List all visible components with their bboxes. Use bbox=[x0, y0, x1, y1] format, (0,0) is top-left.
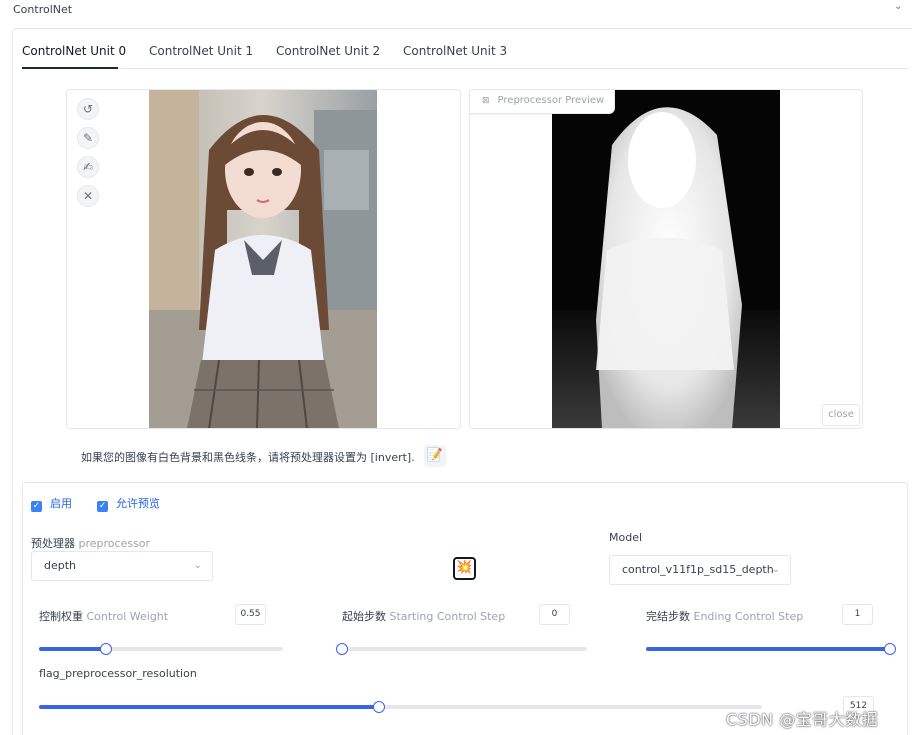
chevron-down-icon: ⌄ bbox=[771, 564, 780, 575]
starting-step-slider[interactable] bbox=[336, 641, 587, 655]
starting-step-input[interactable]: 0 bbox=[539, 604, 570, 625]
preprocessor-select[interactable]: depth ⌄ bbox=[31, 551, 213, 581]
slider-thumb[interactable] bbox=[336, 643, 348, 655]
preprocessor-label-en: preprocessor bbox=[78, 537, 151, 550]
slider-fill bbox=[646, 647, 890, 651]
starting-step-label-zh: 起始步数 bbox=[342, 610, 386, 623]
depth-map-image bbox=[552, 90, 780, 428]
chevron-down-icon: ⌄ bbox=[193, 560, 202, 571]
control-weight-slider[interactable] bbox=[39, 641, 283, 655]
tab-unit-2[interactable]: ControlNet Unit 2 bbox=[276, 44, 380, 58]
controlnet-accordion-header[interactable]: ControlNet ⌄ bbox=[0, 0, 912, 20]
ending-step-label-zh: 完结步数 bbox=[646, 610, 690, 623]
tab-unit-0[interactable]: ControlNet Unit 0 bbox=[22, 44, 126, 58]
control-weight-label: 控制权重 Control Weight bbox=[39, 608, 168, 624]
notepad-icon[interactable]: 📝 bbox=[424, 445, 446, 467]
tab-unit-3[interactable]: ControlNet Unit 3 bbox=[403, 44, 507, 58]
starting-step-label: 起始步数 Starting Control Step bbox=[342, 608, 505, 624]
csdn-watermark: CSDN @宝哥大数据 bbox=[726, 710, 879, 729]
model-label: Model bbox=[609, 531, 643, 544]
ending-step-slider[interactable] bbox=[646, 641, 896, 655]
ending-step-input[interactable]: 1 bbox=[842, 604, 873, 625]
ending-step-label: 完结步数 Ending Control Step bbox=[646, 608, 803, 624]
checkbox-checked-icon: ✓ bbox=[31, 501, 42, 512]
run-preprocessor-button[interactable]: 💥 bbox=[453, 557, 476, 580]
slider-thumb[interactable] bbox=[884, 643, 896, 655]
active-tab-indicator bbox=[22, 67, 118, 69]
depth-map-illustration bbox=[552, 90, 780, 428]
slider-track bbox=[342, 647, 587, 651]
allow-preview-label: 允许预览 bbox=[116, 497, 160, 510]
preprocessor-resolution-label: flag_preprocessor_resolution bbox=[39, 667, 197, 680]
control-weight-label-en: Control Weight bbox=[86, 610, 169, 623]
slider-thumb[interactable] bbox=[100, 643, 113, 655]
input-photo-illustration bbox=[149, 90, 377, 428]
preview-label-text: Preprocessor Preview bbox=[497, 95, 605, 106]
tabs-divider bbox=[22, 68, 908, 69]
model-value: control_v11f1p_sd15_depth bbox=[622, 563, 774, 576]
allow-preview-checkbox[interactable]: ✓ 允许预览 bbox=[97, 495, 160, 512]
undo-icon[interactable]: ↺ bbox=[77, 98, 99, 120]
control-weight-label-zh: 控制权重 bbox=[39, 610, 83, 623]
slider-thumb[interactable] bbox=[372, 701, 385, 713]
invert-hint-text: 如果您的图像有白色背景和黑色线条，请将预处理器设置为 [invert]. bbox=[81, 451, 415, 464]
preprocessor-value: depth bbox=[44, 559, 77, 572]
checkbox-checked-icon: ✓ bbox=[97, 501, 108, 512]
enable-label: 启用 bbox=[50, 497, 72, 510]
model-select[interactable]: control_v11f1p_sd15_depth ⌄ bbox=[609, 555, 791, 585]
preprocessor-label: 预处理器 preprocessor bbox=[31, 535, 150, 551]
edit-icon[interactable]: ✎ bbox=[77, 127, 99, 149]
chevron-down-icon[interactable]: ⌄ bbox=[894, 1, 902, 12]
close-preview-button[interactable]: close bbox=[822, 404, 860, 426]
starting-step-label-en: Starting Control Step bbox=[389, 610, 506, 623]
tab-unit-1[interactable]: ControlNet Unit 1 bbox=[149, 44, 253, 58]
preprocessor-preview-canvas: ⊠ Preprocessor Preview close bbox=[469, 89, 863, 429]
input-photo bbox=[149, 90, 377, 428]
slider-fill bbox=[39, 647, 107, 651]
ending-step-label-en: Ending Control Step bbox=[693, 610, 804, 623]
brush-icon[interactable]: ✍ bbox=[77, 156, 99, 178]
control-weight-input[interactable]: 0.55 bbox=[235, 604, 266, 625]
preprocessor-resolution-slider[interactable] bbox=[39, 699, 762, 713]
preprocessor-preview-label: ⊠ Preprocessor Preview bbox=[470, 90, 616, 114]
preprocessor-label-zh: 预处理器 bbox=[31, 537, 75, 550]
accordion-title: ControlNet bbox=[13, 3, 73, 16]
input-image-canvas[interactable]: ↺ ✎ ✍ ✕ bbox=[66, 89, 461, 429]
slider-fill bbox=[39, 705, 379, 709]
image-icon: ⊠ bbox=[482, 96, 490, 106]
clear-icon[interactable]: ✕ bbox=[77, 185, 99, 207]
enable-checkbox[interactable]: ✓ 启用 bbox=[31, 495, 72, 512]
